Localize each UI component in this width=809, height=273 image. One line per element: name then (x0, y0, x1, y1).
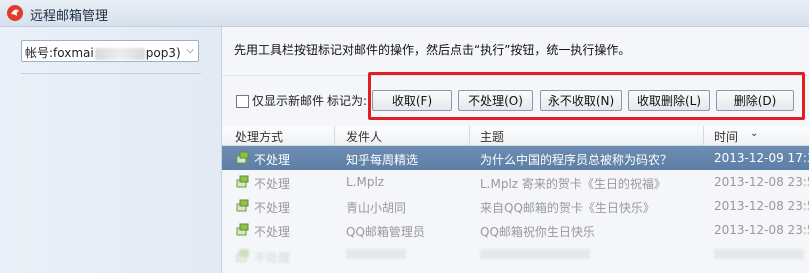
instruction-text: 先用工具栏按钮标记对邮件的操作，然后点击“执行”按钮，统一执行操作。 (234, 43, 631, 57)
account-select-value: 帐号:foxmai pop3) (25, 46, 181, 60)
window-title: 远程邮箱管理 (30, 9, 109, 24)
row-subject: L.Mplz 寄来的贺卡《生日的祝福》 (480, 177, 666, 191)
table-row[interactable]: 不处理 QQ邮箱管理员 QQ邮箱祝你生日快乐 2013-12-08 23:5 (222, 218, 809, 242)
header-subject[interactable]: 主题 (480, 128, 504, 145)
foxmail-logo-icon (7, 5, 23, 21)
table-row[interactable]: 不处理 L.Mplz L.Mplz 寄来的贺卡《生日的祝福》 2013-12-0… (222, 170, 809, 194)
row-subject: 为什么中国的程序员总被称为码农？ (480, 153, 673, 167)
column-divider[interactable] (469, 126, 470, 145)
title-bar: 远程邮箱管理 (0, 0, 809, 27)
chevron-down-icon[interactable]: ⌵ (186, 45, 194, 56)
row-sender: 知乎每周精选 (346, 153, 419, 167)
mail-status-icon (236, 223, 249, 236)
mail-status-icon (236, 175, 249, 188)
show-new-only-label: 仅显示新邮件 (252, 94, 325, 108)
table-row[interactable]: 不处理 青山小胡同 来自QQ邮箱的贺卡《生日快乐》 2013-12-08 23:… (222, 194, 809, 218)
row-time: 2013-12-08 23:5 (714, 175, 809, 189)
row-action: 不处理 (254, 177, 291, 191)
table-row[interactable]: 不处理 (222, 244, 809, 268)
header-action[interactable]: 处理方式 (235, 128, 283, 145)
column-divider[interactable] (703, 126, 704, 145)
row-sender: QQ邮箱管理员 (346, 225, 425, 239)
mail-status-icon (236, 199, 249, 212)
remote-mailbox-window: 远程邮箱管理 帐号:foxmai pop3) ⌵ 先用工具栏按钮标记对邮件的操作，… (0, 0, 809, 273)
show-new-only-option: 仅显示新邮件 标记为: (236, 92, 367, 109)
mark-as-label: 标记为: (327, 94, 368, 108)
row-action: 不处理 (254, 251, 291, 265)
row-subject-redacted (480, 249, 590, 259)
mail-status-icon (236, 151, 249, 164)
row-time: 2013-12-09 17:3 (714, 151, 809, 165)
row-sender: L.Mplz (346, 175, 385, 189)
row-action: 不处理 (254, 201, 291, 215)
header-time[interactable]: 时间 (714, 128, 738, 145)
redacted-account-blur (94, 47, 145, 60)
left-divider (21, 73, 201, 74)
row-time-redacted (714, 249, 804, 259)
header-sender[interactable]: 发件人 (346, 128, 382, 145)
row-sender: 青山小胡同 (346, 201, 407, 215)
row-action: 不处理 (254, 153, 291, 167)
row-time: 2013-12-08 23:5 (714, 199, 809, 213)
account-pane: 帐号:foxmai pop3) ⌵ (0, 27, 222, 273)
column-divider[interactable] (334, 126, 335, 145)
row-time: 2013-12-08 23:5 (714, 223, 809, 237)
show-new-only-checkbox[interactable] (236, 95, 249, 108)
row-subject: 来自QQ邮箱的贺卡《生日快乐》 (480, 201, 655, 215)
row-subject: QQ邮箱祝你生日快乐 (480, 225, 595, 239)
sort-desc-icon[interactable]: ⌄ (750, 128, 758, 139)
mail-status-icon (236, 249, 249, 262)
table-row[interactable]: 不处理 知乎每周精选 为什么中国的程序员总被称为码农？ 2013-12-09 1… (222, 146, 809, 170)
toolbar-highlight-box (368, 72, 805, 120)
row-action: 不处理 (254, 225, 291, 239)
account-select[interactable]: 帐号:foxmai pop3) ⌵ (21, 40, 199, 62)
mail-table-header: 处理方式 发件人 主题 时间 ⌄ (222, 126, 809, 146)
row-sender-redacted (346, 249, 406, 259)
